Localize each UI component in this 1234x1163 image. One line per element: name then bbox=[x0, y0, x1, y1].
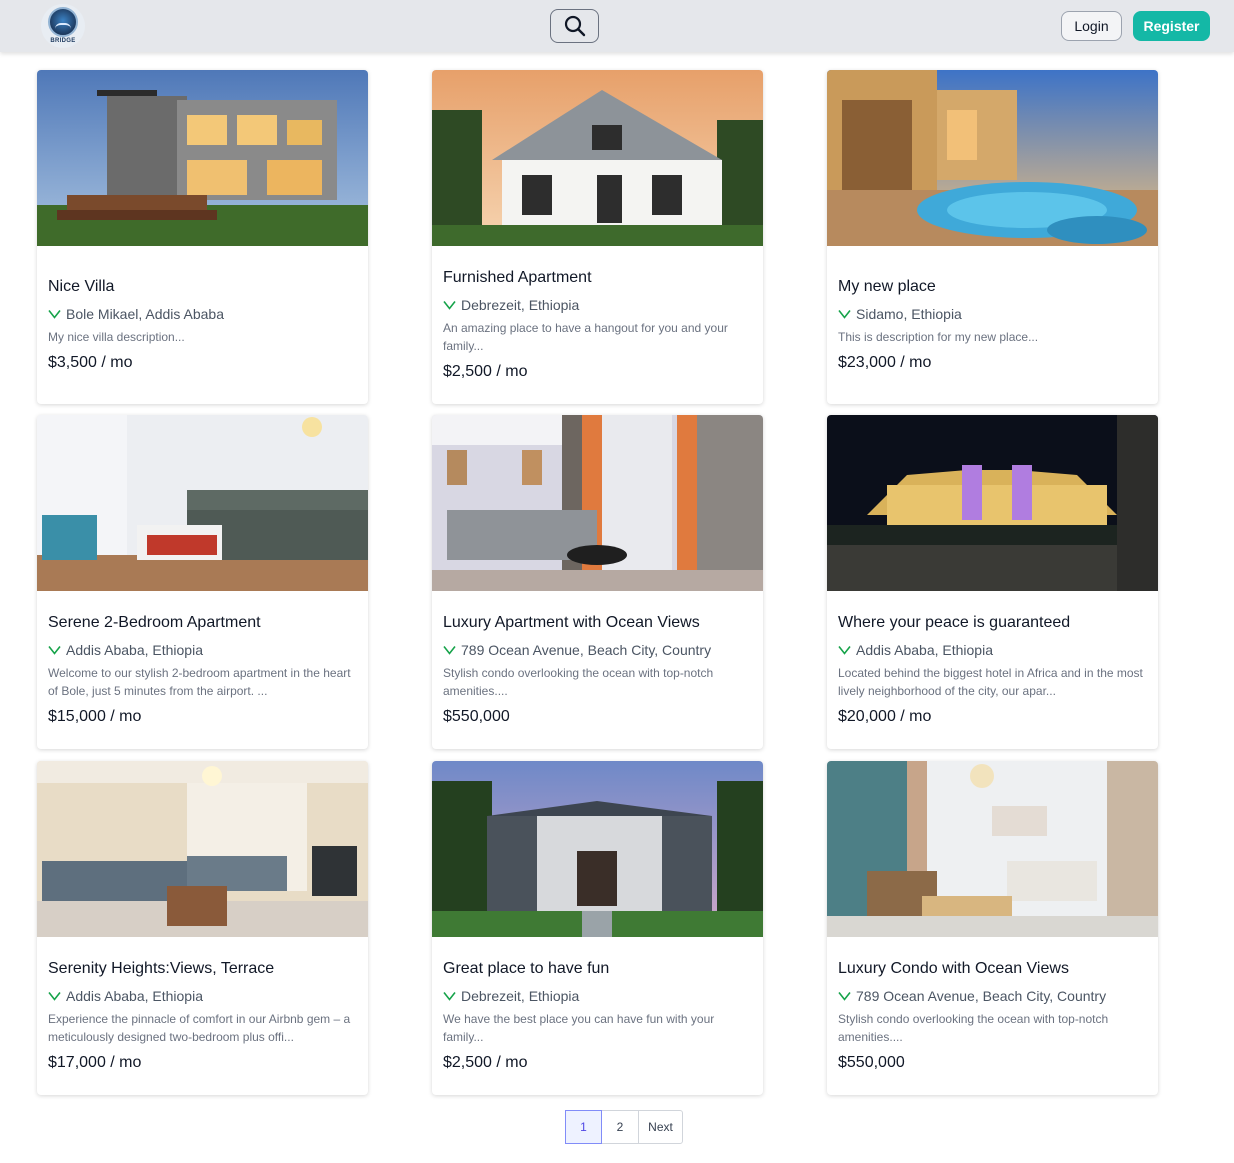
listing-details: Where your peace is guaranteed Addis Aba… bbox=[838, 591, 1148, 749]
listing-details: Great place to have fun Debrezeit, Ethio… bbox=[443, 937, 753, 1095]
listing-title: Great place to have fun bbox=[443, 960, 610, 977]
bridge-logo-icon bbox=[48, 7, 78, 37]
listing-title: Serenity Heights:Views, Terrace bbox=[48, 960, 275, 977]
chevron-down-icon bbox=[838, 310, 851, 319]
chevron-down-icon bbox=[838, 992, 851, 1001]
listing-location-text: 789 Ocean Avenue, Beach City, Country bbox=[461, 642, 712, 658]
listing-location: Debrezeit, Ethiopia bbox=[443, 296, 753, 314]
listing-card[interactable]: Luxury Apartment with Ocean Views 789 Oc… bbox=[432, 415, 763, 749]
listing-card[interactable]: Where your peace is guaranteed Addis Aba… bbox=[827, 415, 1158, 749]
listing-image bbox=[432, 415, 763, 591]
listing-location: Addis Ababa, Ethiopia bbox=[48, 641, 358, 659]
listing-card[interactable]: Luxury Condo with Ocean Views 789 Ocean … bbox=[827, 761, 1158, 1095]
listing-details: Luxury Condo with Ocean Views 789 Ocean … bbox=[838, 937, 1148, 1095]
listing-image bbox=[37, 70, 368, 246]
chevron-down-icon bbox=[48, 310, 61, 319]
listing-title: Serene 2-Bedroom Apartment bbox=[48, 614, 261, 631]
chevron-down-icon bbox=[443, 646, 456, 655]
chevron-down-icon bbox=[838, 646, 851, 655]
next-page-button[interactable]: Next bbox=[639, 1111, 682, 1143]
listing-image bbox=[827, 70, 1158, 246]
listing-location-text: Sidamo, Ethiopia bbox=[856, 306, 962, 322]
listing-image bbox=[432, 761, 763, 937]
listing-title: Furnished Apartment bbox=[443, 269, 592, 286]
listing-details: Furnished Apartment Debrezeit, Ethiopia … bbox=[443, 246, 753, 404]
listing-location-text: Addis Ababa, Ethiopia bbox=[66, 642, 203, 658]
listing-price: $15,000 / mo bbox=[48, 708, 142, 725]
listing-title: Luxury Apartment with Ocean Views bbox=[443, 614, 700, 631]
listing-title: Luxury Condo with Ocean Views bbox=[838, 960, 1069, 977]
listing-price: $23,000 / mo bbox=[838, 354, 932, 371]
listing-description: Experience the pinnacle of comfort in ou… bbox=[48, 1012, 351, 1044]
listing-description: Stylish condo overlooking the ocean with… bbox=[443, 666, 714, 698]
listing-card[interactable]: My new place Sidamo, Ethiopia This is de… bbox=[827, 70, 1158, 404]
listing-card[interactable]: Serenity Heights:Views, Terrace Addis Ab… bbox=[37, 761, 368, 1095]
page-2-button[interactable]: 2 bbox=[602, 1111, 639, 1143]
listing-image bbox=[37, 761, 368, 937]
chevron-down-icon bbox=[443, 992, 456, 1001]
listing-price: $2,500 / mo bbox=[443, 363, 528, 380]
listing-title: Nice Villa bbox=[48, 278, 115, 295]
listing-location: 789 Ocean Avenue, Beach City, Country bbox=[838, 987, 1148, 1005]
brand-name: BRIDGE bbox=[50, 38, 76, 44]
brand-logo[interactable]: BRIDGE bbox=[41, 4, 85, 48]
login-button[interactable]: Login bbox=[1061, 11, 1122, 41]
listing-description: Located behind the biggest hotel in Afri… bbox=[838, 666, 1143, 698]
listing-location-text: Debrezeit, Ethiopia bbox=[461, 988, 580, 1004]
listing-location-text: Addis Ababa, Ethiopia bbox=[856, 642, 993, 658]
search-button[interactable] bbox=[550, 9, 599, 43]
search-icon bbox=[564, 15, 585, 37]
listing-location-text: Debrezeit, Ethiopia bbox=[461, 297, 580, 313]
listing-details: Serene 2-Bedroom Apartment Addis Ababa, … bbox=[48, 591, 358, 749]
listing-location-text: 789 Ocean Avenue, Beach City, Country bbox=[856, 988, 1107, 1004]
listing-location-text: Addis Ababa, Ethiopia bbox=[66, 988, 203, 1004]
listing-title: My new place bbox=[838, 278, 936, 295]
listing-location: Debrezeit, Ethiopia bbox=[443, 987, 753, 1005]
listing-image bbox=[827, 761, 1158, 937]
page-1-button[interactable]: 1 bbox=[565, 1110, 602, 1144]
listing-image bbox=[432, 70, 763, 246]
listing-price: $20,000 / mo bbox=[838, 708, 932, 725]
listing-description: Stylish condo overlooking the ocean with… bbox=[838, 1012, 1109, 1044]
listing-price: $550,000 bbox=[838, 1054, 905, 1071]
listing-location: 789 Ocean Avenue, Beach City, Country bbox=[443, 641, 753, 659]
chevron-down-icon bbox=[48, 992, 61, 1001]
chevron-down-icon bbox=[443, 301, 456, 310]
listing-card[interactable]: Serene 2-Bedroom Apartment Addis Ababa, … bbox=[37, 415, 368, 749]
listing-location: Addis Ababa, Ethiopia bbox=[48, 987, 358, 1005]
listing-description: An amazing place to have a hangout for y… bbox=[443, 321, 728, 353]
listing-description: Welcome to our stylish 2-bedroom apartme… bbox=[48, 666, 351, 698]
listing-details: Serenity Heights:Views, Terrace Addis Ab… bbox=[48, 937, 358, 1095]
listing-image bbox=[827, 415, 1158, 591]
register-button[interactable]: Register bbox=[1133, 11, 1210, 41]
navbar: BRIDGE Login Register bbox=[0, 0, 1234, 52]
listing-price: $3,500 / mo bbox=[48, 354, 133, 371]
listing-details: My new place Sidamo, Ethiopia This is de… bbox=[838, 246, 1148, 404]
listing-details: Luxury Apartment with Ocean Views 789 Oc… bbox=[443, 591, 753, 749]
listing-details: Nice Villa Bole Mikael, Addis Ababa My n… bbox=[48, 246, 358, 404]
pagination: 1 2 Next bbox=[565, 1110, 683, 1144]
listing-title: Where your peace is guaranteed bbox=[838, 614, 1071, 631]
listing-location: Bole Mikael, Addis Ababa bbox=[48, 305, 358, 323]
listing-location: Sidamo, Ethiopia bbox=[838, 305, 1148, 323]
listing-description: My nice villa description... bbox=[48, 330, 185, 344]
listing-description: This is description for my new place... bbox=[838, 330, 1039, 344]
listing-location: Addis Ababa, Ethiopia bbox=[838, 641, 1148, 659]
listing-image bbox=[37, 415, 368, 591]
listing-card[interactable]: Great place to have fun Debrezeit, Ethio… bbox=[432, 761, 763, 1095]
listing-location-text: Bole Mikael, Addis Ababa bbox=[66, 306, 224, 322]
listing-price: $2,500 / mo bbox=[443, 1054, 528, 1071]
listing-price: $17,000 / mo bbox=[48, 1054, 142, 1071]
listing-card[interactable]: Furnished Apartment Debrezeit, Ethiopia … bbox=[432, 70, 763, 404]
listing-card[interactable]: Nice Villa Bole Mikael, Addis Ababa My n… bbox=[37, 70, 368, 404]
chevron-down-icon bbox=[48, 646, 61, 655]
listing-price: $550,000 bbox=[443, 708, 510, 725]
listing-description: We have the best place you can have fun … bbox=[443, 1012, 715, 1044]
